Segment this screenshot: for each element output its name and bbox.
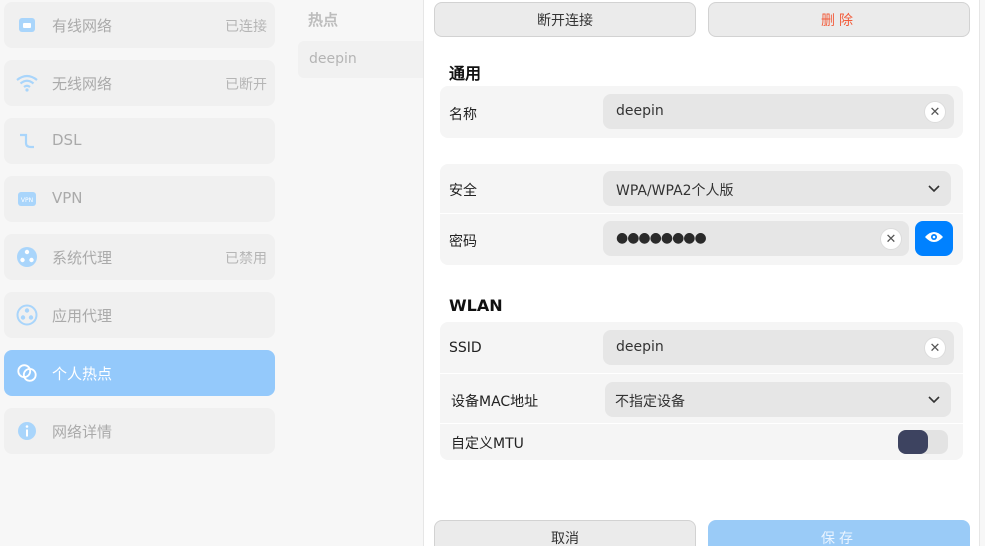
sidebar-item-system-proxy[interactable]: 系统代理 已禁用 — [4, 234, 275, 280]
info-icon — [16, 420, 38, 442]
security-label: 安全 — [449, 183, 477, 199]
wired-network-icon — [16, 14, 38, 36]
app-proxy-icon — [16, 304, 38, 326]
sidebar-item-network-details[interactable]: 网络详情 — [4, 408, 275, 454]
sidebar-item-hotspot[interactable]: 个人热点 — [4, 350, 275, 396]
clear-icon[interactable]: ✕ — [924, 101, 946, 123]
wifi-icon — [16, 72, 38, 94]
mac-select[interactable]: 不指定设备 — [605, 382, 951, 417]
list-item-label: deepin — [309, 51, 357, 67]
sidebar-item-label: 有线网络 — [52, 17, 113, 35]
dsl-icon — [16, 130, 38, 152]
sidebar-item-dsl[interactable]: DSL — [4, 118, 275, 164]
password-label: 密码 — [449, 234, 477, 250]
sidebar-item-label: VPN — [52, 189, 83, 207]
password-value: ●●●●●●●● — [616, 230, 707, 246]
eye-icon — [924, 229, 944, 248]
delete-button[interactable]: 删除 — [708, 2, 970, 37]
toggle-knob — [898, 430, 928, 454]
sidebar-item-label: 系统代理 — [52, 249, 113, 267]
hotspot-list-panel: 热点 deepin — [287, 0, 424, 546]
chevron-down-icon — [927, 392, 941, 410]
chevron-down-icon — [927, 181, 941, 199]
sidebar-item-label: 网络详情 — [52, 423, 113, 441]
mtu-toggle[interactable] — [898, 430, 948, 454]
name-label: 名称 — [449, 107, 477, 123]
ssid-label: SSID — [449, 340, 482, 356]
general-group: 名称 deepin ✕ — [440, 86, 963, 138]
status-text: 已连接 — [225, 19, 267, 35]
disconnect-button[interactable]: 断开连接 — [434, 2, 696, 37]
name-value: deepin — [616, 103, 664, 119]
mtu-label: 自定义MTU — [451, 436, 524, 452]
password-field[interactable]: ●●●●●●●● ✕ — [603, 221, 909, 256]
sidebar-item-label: 应用代理 — [52, 307, 113, 325]
divider — [440, 373, 963, 374]
security-select[interactable]: WPA/WPA2个人版 — [603, 171, 951, 206]
list-title: 热点 — [308, 11, 339, 29]
sidebar: 有线网络 已连接 无线网络 已断开 DSL VPN VPN 系统代理 已禁用 应… — [0, 0, 286, 546]
sidebar-item-wireless[interactable]: 无线网络 已断开 — [4, 60, 275, 106]
settings-panel: 断开连接 删除 通用 名称 deepin ✕ 安全 WPA/WPA2个人版 密码… — [423, 0, 980, 546]
sidebar-item-wired[interactable]: 有线网络 已连接 — [4, 2, 275, 48]
ssid-field[interactable]: deepin ✕ — [603, 330, 954, 365]
hotspot-icon — [16, 362, 38, 384]
security-value: WPA/WPA2个人版 — [616, 183, 734, 199]
wlan-group: SSID deepin ✕ 设备MAC地址 不指定设备 自定义MTU — [440, 322, 963, 460]
clear-icon[interactable]: ✕ — [880, 228, 902, 250]
status-text: 已禁用 — [225, 251, 267, 267]
security-group: 安全 WPA/WPA2个人版 密码 ●●●●●●●● ✕ — [440, 164, 963, 265]
sidebar-item-vpn[interactable]: VPN VPN — [4, 176, 275, 222]
clear-icon[interactable]: ✕ — [924, 337, 946, 359]
sidebar-item-app-proxy[interactable]: 应用代理 — [4, 292, 275, 338]
system-proxy-icon — [16, 246, 38, 268]
wlan-section-title: WLAN — [449, 296, 503, 315]
general-section-title: 通用 — [449, 64, 482, 83]
vpn-icon: VPN — [16, 188, 38, 210]
sidebar-item-label: DSL — [52, 131, 82, 149]
divider — [440, 213, 963, 214]
svg-text:VPN: VPN — [21, 197, 33, 204]
divider — [440, 423, 963, 424]
sidebar-item-label: 无线网络 — [52, 75, 113, 93]
cancel-button[interactable]: 取消 — [434, 520, 696, 546]
show-password-button[interactable] — [915, 221, 953, 256]
sidebar-item-label: 个人热点 — [52, 365, 113, 383]
mac-label: 设备MAC地址 — [451, 394, 539, 410]
list-item[interactable]: deepin — [298, 41, 424, 78]
save-button[interactable]: 保存 — [708, 520, 970, 546]
mac-value: 不指定设备 — [615, 394, 685, 410]
status-text: 已断开 — [225, 77, 267, 93]
ssid-value: deepin — [616, 339, 664, 355]
name-field[interactable]: deepin ✕ — [603, 94, 954, 129]
